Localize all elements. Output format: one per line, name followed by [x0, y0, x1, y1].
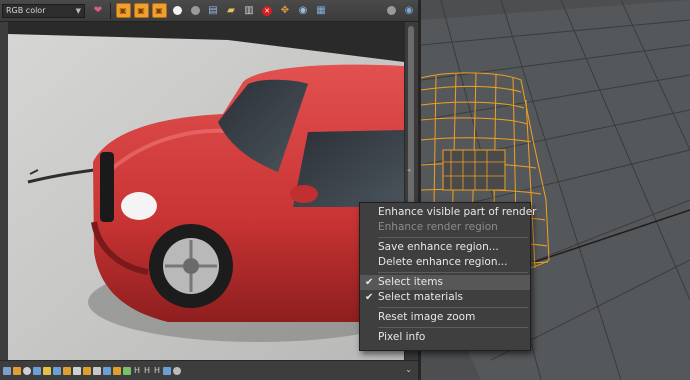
image-icon[interactable] — [163, 366, 172, 375]
settings-icon[interactable]: ▦ — [314, 3, 329, 18]
grey-sphere-icon[interactable] — [188, 3, 203, 18]
move-icon[interactable]: ✥ — [278, 3, 293, 18]
menu-separator — [378, 272, 528, 273]
menu-item-label: Select items — [378, 276, 443, 288]
status-bar: H H H ⌄ — [0, 360, 418, 380]
globe-icon[interactable] — [384, 3, 399, 18]
white-sphere-icon[interactable] — [170, 3, 185, 18]
menu-item-enhance-region: Enhance render region — [360, 220, 530, 235]
save-icon[interactable]: ▤ — [206, 3, 221, 18]
orange-square-icon[interactable]: ▣ — [115, 3, 131, 18]
texture-icon[interactable] — [73, 366, 81, 375]
heart-palette-icon[interactable]: ❤ — [91, 3, 106, 18]
checkmark-icon: ✔ — [365, 292, 374, 303]
grid-icon[interactable] — [3, 366, 11, 375]
paint-icon[interactable] — [83, 366, 91, 375]
eye-icon[interactable]: ◉ — [402, 3, 417, 18]
status-label: H — [144, 366, 151, 375]
chevron-down-icon: ▼ — [75, 6, 81, 15]
color-mode-select[interactable]: RGB color ▼ — [2, 3, 85, 18]
menu-item-select-materials[interactable]: ✔ Select materials — [360, 290, 530, 305]
chevron-down-icon[interactable]: ⌄ — [405, 365, 412, 374]
menu-item-reset-zoom[interactable]: Reset image zoom — [360, 310, 530, 325]
orange-square-icon[interactable]: ▣ — [151, 3, 167, 18]
sphere-icon[interactable] — [173, 366, 182, 375]
menu-separator — [378, 237, 528, 238]
rendered-car-image — [8, 22, 404, 360]
orange-square-icon[interactable]: ▣ — [133, 3, 149, 18]
toolbar-divider — [110, 2, 111, 19]
camera-icon[interactable] — [53, 366, 61, 375]
sphere-icon[interactable] — [23, 366, 31, 375]
menu-item-label: Reset image zoom — [378, 311, 476, 323]
menu-item-label: Enhance visible part of render — [378, 206, 537, 218]
menu-item-label: Delete enhance region... — [378, 256, 508, 268]
menu-separator — [378, 327, 528, 328]
menu-item-pixel-info[interactable]: Pixel info — [360, 330, 530, 345]
eye-icon[interactable]: ◉ — [296, 3, 311, 18]
object-icon[interactable] — [113, 366, 121, 375]
stop-icon[interactable]: ✕ — [260, 3, 275, 18]
scrollbar-thumb[interactable] — [408, 26, 414, 216]
checkmark-icon: ✔ — [365, 277, 374, 288]
context-menu: Enhance visible part of render Enhance r… — [359, 202, 536, 351]
menu-item-label: Enhance render region — [378, 221, 498, 233]
folder-icon[interactable]: ▰ — [224, 3, 239, 18]
copy-icon[interactable]: ▥ — [242, 3, 257, 18]
light-icon[interactable] — [43, 366, 51, 375]
collapse-arrow-icon[interactable]: ◂ — [407, 166, 411, 174]
menu-item-enhance-visible[interactable]: Enhance visible part of render — [360, 205, 536, 220]
menu-item-label: Select materials — [378, 291, 464, 303]
render-icon[interactable] — [13, 366, 21, 375]
viewport-gutter — [0, 22, 8, 360]
scene-icon[interactable] — [103, 366, 111, 375]
render-viewport[interactable] — [8, 22, 404, 360]
render-toolbar: RGB color ▼ ❤ ▣ ▣ ▣ ▤ ▰ ▥ ✕ ✥ ◉ ▦ ◉ — [0, 0, 418, 22]
brush-icon[interactable] — [93, 366, 101, 375]
status-label: H — [134, 366, 141, 375]
menu-item-label: Save enhance region... — [378, 241, 499, 253]
color-mode-value: RGB color — [6, 6, 46, 15]
menu-item-select-items[interactable]: ✔ Select items — [360, 275, 530, 290]
layers-icon[interactable] — [33, 366, 41, 375]
menu-separator — [378, 307, 528, 308]
menu-item-save-enhance-region[interactable]: Save enhance region... — [360, 240, 530, 255]
status-label: H — [154, 366, 161, 375]
menu-item-label: Pixel info — [378, 331, 426, 343]
environment-icon[interactable] — [123, 366, 131, 375]
menu-item-delete-enhance-region[interactable]: Delete enhance region... — [360, 255, 530, 270]
material-icon[interactable] — [63, 366, 71, 375]
